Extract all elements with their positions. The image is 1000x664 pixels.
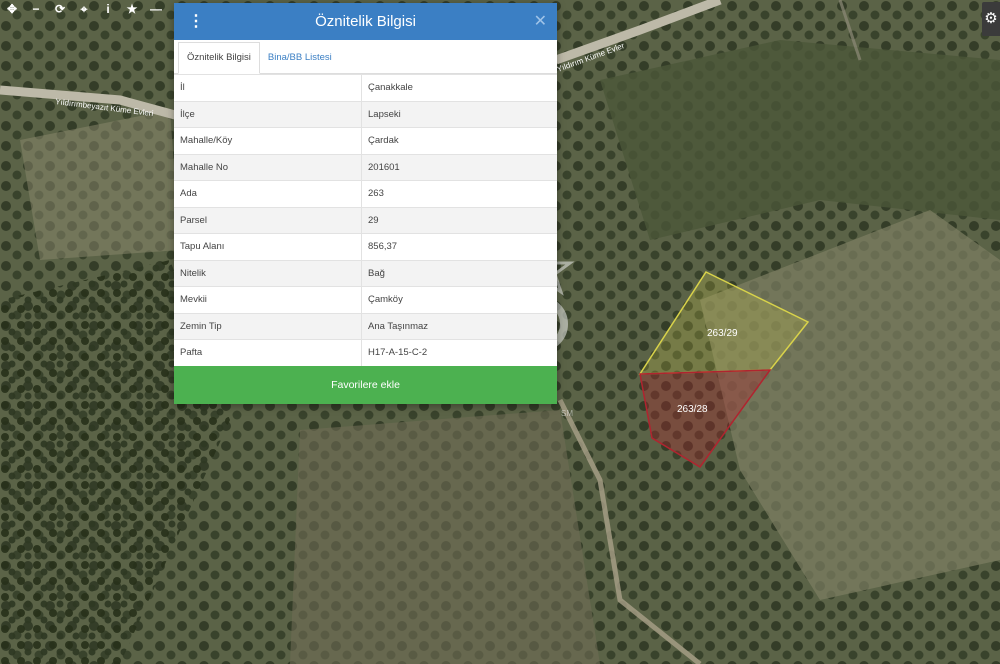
table-row: Mahalle No 201601 <box>174 153 557 181</box>
attribute-label: Nitelik <box>174 259 362 287</box>
dialog-tabs: Öznitelik Bilgisi Bina/BB Listesi <box>174 40 557 74</box>
attribute-label: Parsel <box>174 206 362 234</box>
attribute-value: Çanakkale <box>361 74 557 101</box>
dialog-header: ⋮ Öznitelik Bilgisi ✕ <box>174 3 557 40</box>
attribute-value: Bağ <box>361 259 557 287</box>
tab-building-list[interactable]: Bina/BB Listesi <box>260 43 340 73</box>
table-row: Tapu Alanı 856,37 <box>174 233 557 260</box>
attribute-value: 29 <box>361 206 557 234</box>
attribute-value: Ana Taşınmaz <box>361 312 557 340</box>
attribute-label: Zemin Tip <box>174 312 362 340</box>
map-toolbar: ✥ − ⟳ ⌖ i ★ — ⚲ <box>0 0 192 18</box>
table-row: Ada 263 <box>174 180 557 207</box>
attribute-label: Ada <box>174 180 362 207</box>
attribute-info-dialog: ⋮ Öznitelik Bilgisi ✕ Öznitelik Bilgisi … <box>174 3 557 404</box>
refresh-icon[interactable]: ⟳ <box>48 0 72 18</box>
attribute-value: Çamköy <box>361 286 557 313</box>
locate-icon[interactable]: ⌖ <box>72 0 96 18</box>
attribute-value: 201601 <box>361 153 557 181</box>
attribute-table: İl Çanakkale İlçe Lapseki Mahalle/Köy Çardak M… <box>174 74 557 366</box>
close-icon[interactable]: ✕ <box>534 3 547 40</box>
parcel-label-263-28: 263/28 <box>677 404 708 415</box>
attribute-value: Lapseki <box>361 100 557 128</box>
zoom-out-icon[interactable]: − <box>24 0 48 18</box>
attribute-label: Tapu Alanı <box>174 233 362 260</box>
settings-gear-icon[interactable]: ⚙ <box>982 2 1000 36</box>
parcel-label-263-29: 263/29 <box>707 328 738 339</box>
arrows-icon[interactable]: ✥ <box>0 0 24 18</box>
table-row: Parsel 29 <box>174 206 557 234</box>
attribute-value: 856,37 <box>361 233 557 260</box>
attribute-label: Mahalle No <box>174 153 362 181</box>
add-to-favorites-button[interactable]: Favorilere ekle <box>174 365 557 404</box>
table-row: Mahalle/Köy Çardak <box>174 127 557 154</box>
dialog-title: Öznitelik Bilgisi <box>315 13 416 30</box>
table-row: İl Çanakkale <box>174 74 557 101</box>
attribute-label: İlçe <box>174 100 362 128</box>
attribute-label: İl <box>174 74 362 101</box>
table-row: İlçe Lapseki <box>174 100 557 128</box>
table-row: Zemin Tip Ana Taşınmaz <box>174 312 557 340</box>
table-row: Mevkii Çamköy <box>174 286 557 313</box>
attribute-value: H17-A-15-C-2 <box>361 339 557 366</box>
tab-attribute-info[interactable]: Öznitelik Bilgisi <box>178 42 260 74</box>
attribute-label: Mevkii <box>174 286 362 313</box>
info-icon[interactable]: i <box>96 0 120 18</box>
attribute-label: Mahalle/Köy <box>174 127 362 154</box>
table-row: Nitelik Bağ <box>174 259 557 287</box>
attribute-value: Çardak <box>361 127 557 154</box>
table-row: Pafta H17-A-15-C-2 <box>174 339 557 366</box>
attribute-value: 263 <box>361 180 557 207</box>
star-icon[interactable]: ★ <box>120 0 144 18</box>
watermark-sm: SM <box>561 409 573 418</box>
attribute-label: Pafta <box>174 339 362 366</box>
measure-icon[interactable]: — <box>144 0 168 18</box>
